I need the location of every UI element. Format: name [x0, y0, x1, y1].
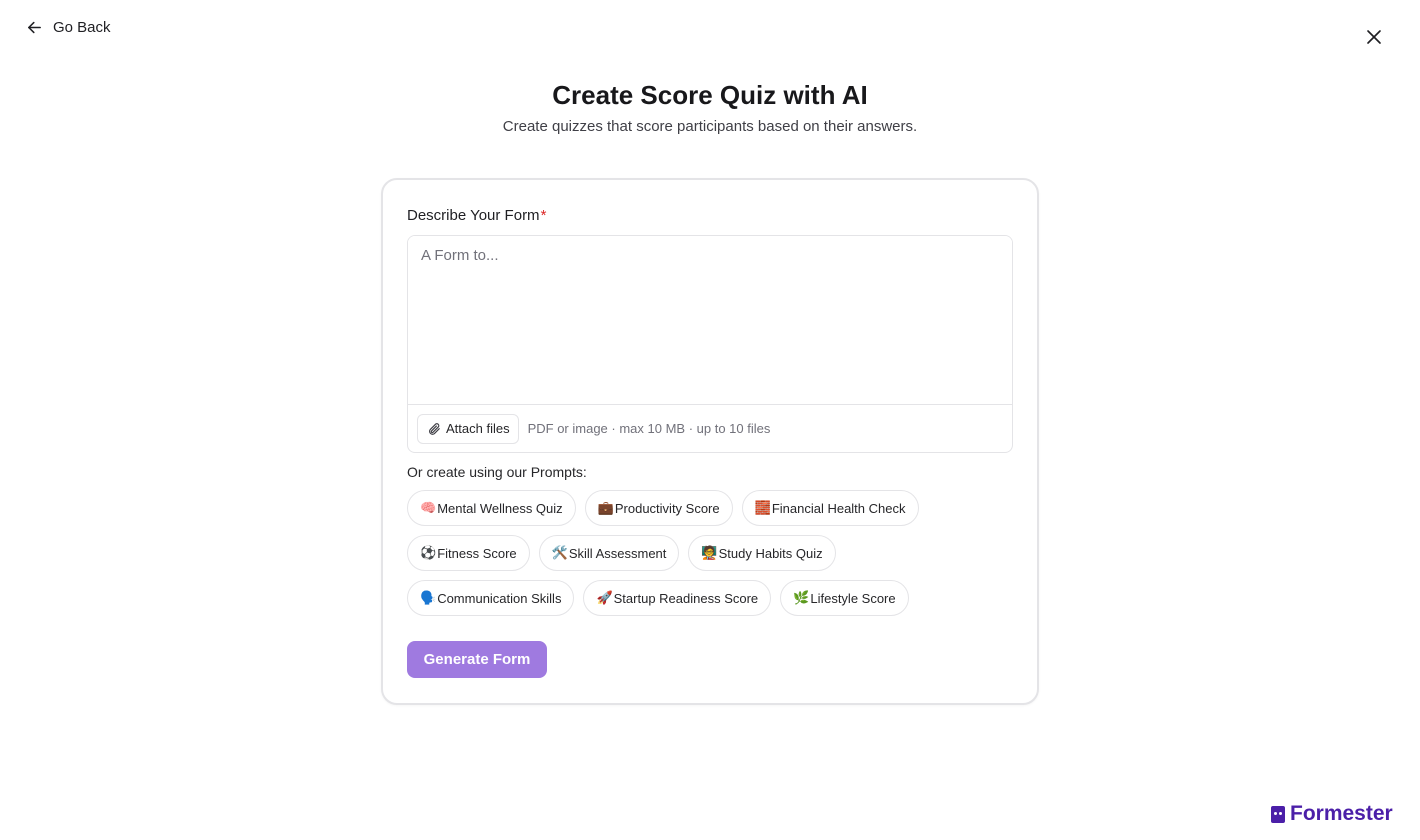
formester-logo-icon: [1271, 805, 1285, 823]
required-mark: *: [540, 207, 547, 224]
soccer-ball-icon: ⚽: [420, 545, 437, 560]
page: Go Back Create Score Quiz with AI Create…: [0, 0, 1420, 840]
paperclip-icon: [429, 422, 440, 435]
arrow-left-icon: [28, 21, 41, 33]
rocket-icon: 🚀: [596, 590, 613, 605]
prompt-chip-label: Study Habits Quiz: [718, 545, 823, 561]
prompt-chip-fitness-score[interactable]: ⚽ Fitness Score: [407, 535, 530, 571]
go-back-label: Go Back: [53, 18, 111, 36]
prompt-chip-study-habits-quiz[interactable]: 🧑‍🏫 Study Habits Quiz: [688, 535, 836, 571]
speaking-head-icon: 🗣️: [420, 590, 437, 605]
herb-icon: 🌿: [793, 590, 810, 605]
prompt-chip-lifestyle-score[interactable]: 🌿 Lifestyle Score: [780, 580, 909, 616]
prompt-chip-label: Lifestyle Score: [810, 590, 896, 606]
prompt-chip-communication-skills[interactable]: 🗣️ Communication Skills: [407, 580, 575, 616]
prompts-label: Or create using our Prompts:: [407, 464, 587, 480]
brand-name: Formester: [1290, 802, 1393, 825]
attach-files-button[interactable]: Attach files: [417, 413, 519, 444]
prompt-row: 🗣️ Communication Skills 🚀 Startup Readines…: [407, 580, 1017, 616]
prompt-chip-label: Productivity Score: [614, 500, 720, 516]
describe-form-label-text: Describe Your Form: [407, 207, 540, 224]
prompt-chip-label: Mental Wellness Quiz: [437, 500, 563, 516]
brand-logo: Formester: [1271, 802, 1393, 826]
generate-form-button[interactable]: Generate Form: [407, 641, 547, 678]
prompt-chip-label: Fitness Score: [437, 545, 517, 561]
close-button[interactable]: [1364, 27, 1384, 47]
brain-icon: 🧠: [420, 500, 437, 515]
prompt-row: ⚽ Fitness Score 🛠️ Skill Assessment 🧑‍🏫 Stu…: [407, 535, 1017, 571]
prompt-chip-label: Financial Health Check: [771, 500, 906, 516]
attach-files-label: Attach files: [446, 421, 510, 436]
bricks-icon: 🧱: [754, 500, 771, 515]
prompt-chip-financial-health-check[interactable]: 🧱 Financial Health Check: [741, 490, 919, 526]
briefcase-icon: 💼: [597, 500, 614, 515]
prompt-chips: 🧠 Mental Wellness Quiz 💼 Productivity Scor…: [407, 490, 1017, 625]
attach-hint: PDF or image · max 10 MB · up to 10 file…: [527, 421, 771, 436]
describe-form-label: Describe Your Form*: [407, 207, 546, 224]
tools-icon: 🛠️: [551, 545, 568, 560]
page-subtitle: Create quizzes that score participants b…: [502, 118, 918, 135]
prompt-chip-skill-assessment[interactable]: 🛠️ Skill Assessment: [538, 535, 680, 571]
prompt-row: 🧠 Mental Wellness Quiz 💼 Productivity Scor…: [407, 490, 1017, 526]
form-card: Describe Your Form* Attach files PDF or …: [381, 178, 1039, 705]
page-title: Create Score Quiz with AI: [552, 80, 868, 110]
prompt-chip-mental-wellness-quiz[interactable]: 🧠 Mental Wellness Quiz: [407, 490, 576, 526]
close-icon: [1367, 30, 1381, 44]
attach-bar: Attach files PDF or image · max 10 MB · …: [408, 404, 1012, 452]
prompt-chip-startup-readiness-score[interactable]: 🚀 Startup Readiness Score: [583, 580, 772, 616]
teacher-icon: 🧑‍🏫: [701, 545, 718, 560]
prompt-chip-label: Communication Skills: [437, 590, 562, 606]
prompt-chip-productivity-score[interactable]: 💼 Productivity Score: [584, 490, 733, 526]
describe-form-box: Attach files PDF or image · max 10 MB · …: [407, 235, 1013, 453]
go-back-button[interactable]: Go Back: [26, 16, 111, 38]
describe-form-input[interactable]: [408, 236, 1012, 404]
prompt-chip-label: Startup Readiness Score: [613, 590, 759, 606]
prompt-chip-label: Skill Assessment: [568, 545, 667, 561]
